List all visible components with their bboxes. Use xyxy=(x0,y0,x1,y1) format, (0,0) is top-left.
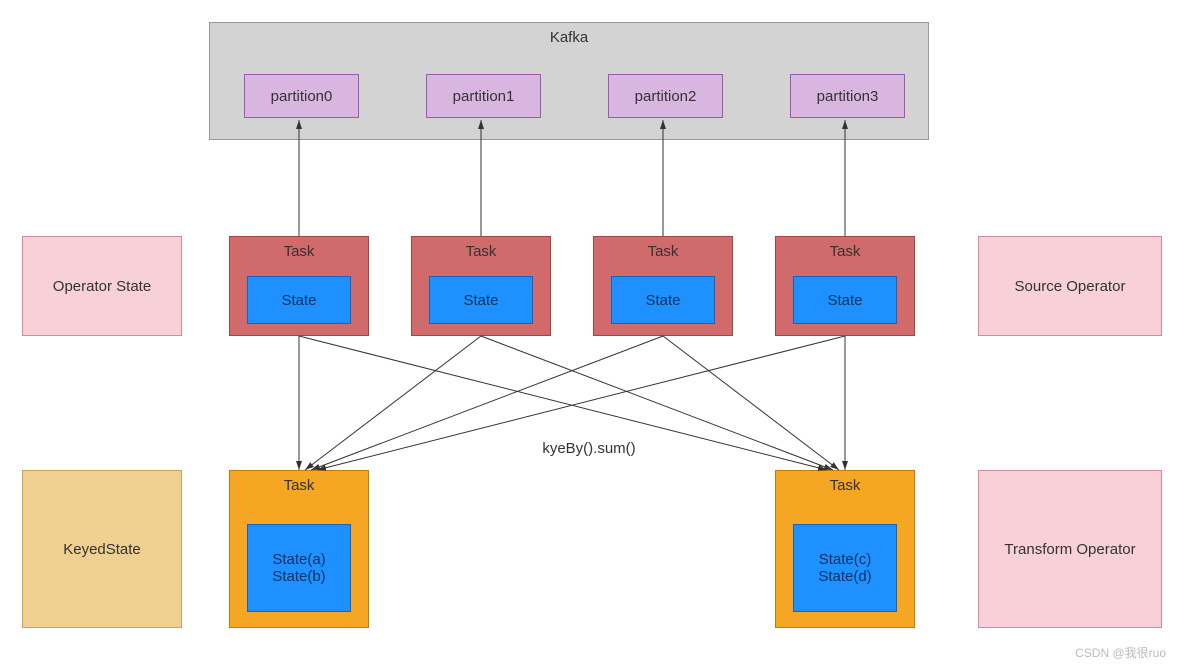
source-task-3-label: Task xyxy=(830,243,861,260)
partition-3: partition3 xyxy=(790,74,905,118)
state-b-label: State(b) xyxy=(272,568,325,585)
source-task-3-state-label: State xyxy=(827,292,862,309)
source-task-1-label: Task xyxy=(466,243,497,260)
operator-state-label: Operator State xyxy=(53,278,151,295)
source-task-3-state: State xyxy=(793,276,897,324)
source-operator-label: Source Operator xyxy=(1015,278,1126,295)
keyby-sum-label: kyeBy().sum() xyxy=(524,440,654,457)
partition-0-label: partition0 xyxy=(271,88,333,105)
keyed-state-label: KeyedState xyxy=(63,541,141,558)
watermark: CSDN @我很ruo xyxy=(1075,644,1166,661)
partition-2-label: partition2 xyxy=(635,88,697,105)
watermark-text: CSDN @我很ruo xyxy=(1075,646,1166,660)
transform-task-left-label: Task xyxy=(284,477,315,494)
source-task-1-state-label: State xyxy=(463,292,498,309)
transform-operator-label: Transform Operator xyxy=(1004,541,1135,558)
partition-1: partition1 xyxy=(426,74,541,118)
transform-task-left-state: State(a) State(b) xyxy=(247,524,351,612)
transform-task-right-label: Task xyxy=(830,477,861,494)
source-task-0-state-label: State xyxy=(281,292,316,309)
state-c-label: State(c) xyxy=(819,551,872,568)
keyed-state-panel: KeyedState xyxy=(22,470,182,628)
source-operator-panel: Source Operator xyxy=(978,236,1162,336)
state-d-label: State(d) xyxy=(818,568,871,585)
partition-3-label: partition3 xyxy=(817,88,879,105)
source-task-2-state: State xyxy=(611,276,715,324)
state-a-label: State(a) xyxy=(272,551,325,568)
partition-2: partition2 xyxy=(608,74,723,118)
partition-0: partition0 xyxy=(244,74,359,118)
source-task-0-label: Task xyxy=(284,243,315,260)
partition-1-label: partition1 xyxy=(453,88,515,105)
source-task-2-label: Task xyxy=(648,243,679,260)
source-task-2-state-label: State xyxy=(645,292,680,309)
keyby-sum-text: kyeBy().sum() xyxy=(542,440,635,457)
source-task-0-state: State xyxy=(247,276,351,324)
kafka-title: Kafka xyxy=(550,29,588,46)
transform-operator-panel: Transform Operator xyxy=(978,470,1162,628)
transform-task-right-state: State(c) State(d) xyxy=(793,524,897,612)
source-task-1-state: State xyxy=(429,276,533,324)
operator-state-panel: Operator State xyxy=(22,236,182,336)
